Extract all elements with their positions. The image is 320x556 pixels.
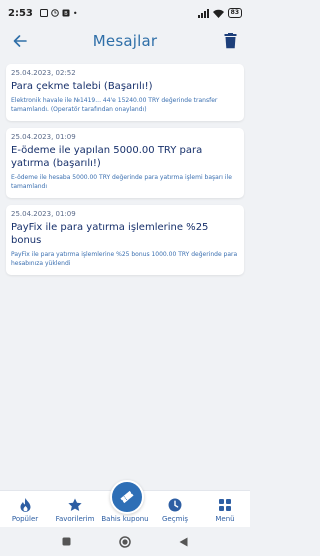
nav-popular-label: Popüler [11,515,39,523]
square-icon [62,537,71,546]
nav-favorites-label: Favorilerim [55,515,95,523]
battery-indicator: 83 [227,8,242,18]
nav-history-label: Geçmiş [162,515,188,523]
more-dot-icon: • [72,8,78,18]
triangle-back-icon [179,537,188,546]
message-date: 25.04.2023, 02:52 [11,69,76,77]
message-card[interactable]: 25.04.2023, 02:52 Para çekme talebi (Baş… [6,64,244,121]
arrow-left-icon [13,35,27,47]
system-back-button[interactable] [179,537,188,547]
nav-menu-label: Menü [215,515,235,523]
message-date: 25.04.2023, 01:09 [11,133,76,141]
nav-betslip-label: Bahis kuponu [101,515,149,523]
nav-history[interactable]: Geçmiş [150,497,200,527]
back-button[interactable] [10,31,30,51]
flame-icon [20,498,30,512]
message-card[interactable]: 25.04.2023, 01:09 E-ödeme ile yapılan 50… [6,128,244,198]
svg-text:B: B [64,11,68,17]
message-body: Elektronik havale ile №1419... 44'e 1524… [11,97,218,113]
recent-apps-button[interactable] [62,537,71,546]
home-circle-icon [119,535,131,548]
clock-icon [168,498,182,512]
messages-list: 25.04.2023, 02:52 Para çekme talebi (Baş… [6,64,244,282]
status-time: 2:53 [8,7,33,19]
nav-popular[interactable]: Popüler [0,497,50,527]
nav-favorites[interactable]: Favorilerim [50,497,100,527]
message-date: 25.04.2023, 01:09 [11,210,76,218]
app-header: Mesajlar [0,26,250,56]
trash-icon [224,33,236,49]
message-card[interactable]: 25.04.2023, 01:09 PayFix ile para yatırm… [6,205,244,275]
system-nav-bar [0,527,250,556]
notification-icons: B • [37,9,78,18]
delete-all-button[interactable] [220,30,240,52]
data-icon: B [62,9,70,17]
message-body: E-ödeme ile hesaba 5000.00 TRY değerinde… [11,174,232,190]
status-bar: 2:53 B • 83 [0,0,250,26]
nav-menu[interactable]: Menü [200,497,250,527]
message-title: Para çekme talebi (Başarılı!) [11,81,153,92]
message-title: PayFix ile para yatırma işlemlerine %25 … [11,222,209,246]
sim-icon [39,9,48,17]
signal-icon [197,8,209,18]
page-title: Mesajlar [92,32,158,50]
star-icon [68,498,82,511]
home-button[interactable] [119,535,131,548]
ticket-icon [120,490,134,504]
clock-status-icon [51,9,59,17]
grid-icon [219,499,231,511]
wifi-icon [212,9,224,18]
betslip-button[interactable] [110,480,144,514]
message-title: E-ödeme ile yapılan 5000.00 TRY para yat… [11,145,203,169]
message-body: PayFix ile para yatırma işlemlerine %25 … [11,251,238,267]
